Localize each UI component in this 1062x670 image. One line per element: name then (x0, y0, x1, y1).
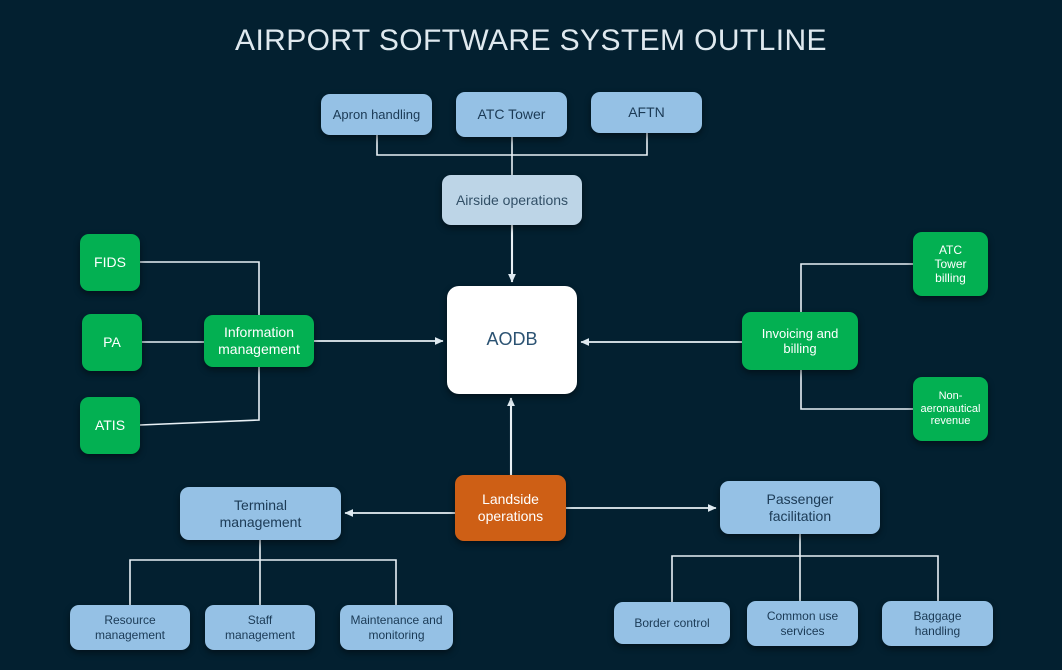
node-label: ATIS (94, 417, 126, 434)
node-apron-handling[interactable]: Apron handling (321, 94, 432, 135)
node-pa[interactable]: PA (82, 314, 142, 371)
node-label: FIDS (94, 254, 126, 271)
node-baggage-handling[interactable]: Baggage handling (882, 601, 993, 646)
node-label: ATC Tower (477, 106, 546, 123)
node-label: AFTN (628, 104, 665, 121)
node-non-aeronautical-revenue[interactable]: Non- aeronautical revenue (913, 377, 988, 441)
diagram-canvas: AIRPORT SOFTWARE SYSTEM OUTLINE Apron ha… (0, 0, 1062, 670)
node-label: Staff management (224, 613, 296, 642)
edge-apron-handling-airside (376, 135, 512, 156)
edge-passenger-children-bus (671, 555, 939, 602)
node-invoicing-and-billing[interactable]: Invoicing and billing (742, 312, 858, 370)
node-label: Airside operations (455, 191, 569, 208)
node-label: Border control (634, 615, 710, 630)
node-label: PA (103, 334, 121, 351)
node-label: Non- aeronautical revenue (920, 389, 981, 428)
edge-terminal-children-bus (129, 559, 397, 605)
node-staff-management[interactable]: Staff management (205, 605, 315, 650)
node-aftn[interactable]: AFTN (591, 92, 702, 133)
edge-nonaero-invoicing (800, 370, 913, 410)
node-label: Passenger facilitation (766, 490, 834, 524)
node-border-control[interactable]: Border control (614, 602, 730, 644)
node-landside-operations[interactable]: Landside operations (455, 475, 566, 541)
node-label: AODB (486, 329, 538, 350)
node-resource-management[interactable]: Resource management (70, 605, 190, 650)
node-maintenance-and-monitoring[interactable]: Maintenance and monitoring (340, 605, 453, 650)
node-label: Terminal management (219, 496, 302, 530)
node-label: Baggage handling (913, 609, 962, 638)
node-information-management[interactable]: Information management (204, 315, 314, 367)
node-passenger-facilitation[interactable]: Passenger facilitation (720, 481, 880, 534)
node-label: Invoicing and billing (761, 325, 839, 356)
node-label: ATC Tower billing (934, 242, 967, 286)
node-atc-tower-billing[interactable]: ATC Tower billing (913, 232, 988, 296)
node-terminal-management[interactable]: Terminal management (180, 487, 341, 540)
node-airside-operations[interactable]: Airside operations (442, 175, 582, 225)
page-title: AIRPORT SOFTWARE SYSTEM OUTLINE (235, 24, 827, 57)
node-common-use-services[interactable]: Common use services (747, 601, 858, 646)
node-atis[interactable]: ATIS (80, 397, 140, 454)
node-label: Common use services (766, 609, 839, 638)
node-label: Information management (218, 324, 300, 357)
node-label: Landside operations (477, 491, 544, 524)
edge-atc-billing-invoicing (800, 263, 913, 312)
node-atc-tower[interactable]: ATC Tower (456, 92, 567, 137)
node-aodb[interactable]: AODB (447, 286, 577, 394)
node-label: Apron handling (332, 106, 421, 122)
node-label: Maintenance and monitoring (350, 613, 443, 642)
node-fids[interactable]: FIDS (80, 234, 140, 291)
node-label: Resource management (94, 613, 166, 642)
